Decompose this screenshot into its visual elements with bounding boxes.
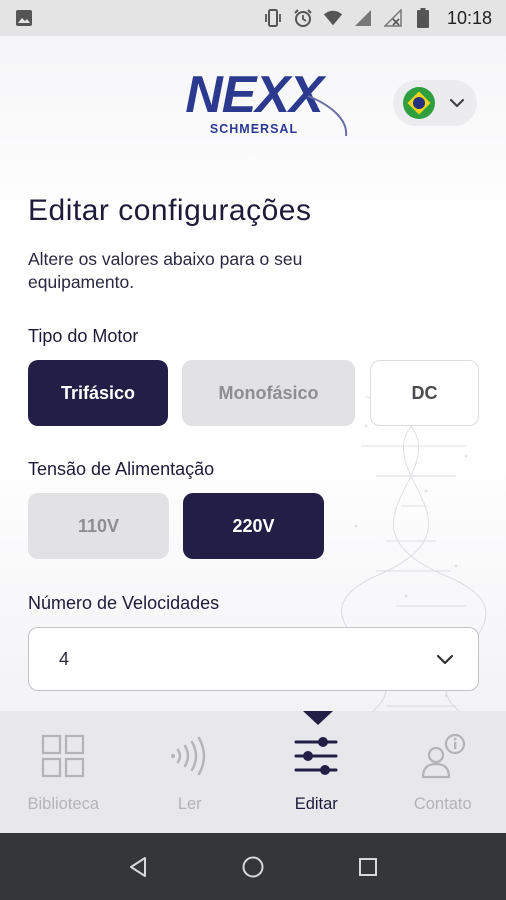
tab-label: Ler (177, 795, 202, 813)
tab-contato[interactable]: Contato (380, 711, 506, 833)
bottom-tab-bar: Biblioteca Ler Editar Contato (0, 711, 506, 833)
sliders-icon (293, 733, 339, 779)
nfc-icon (167, 733, 213, 779)
voltage-option-110v[interactable]: 110V (28, 493, 169, 559)
home-icon[interactable] (233, 847, 273, 887)
tab-biblioteca[interactable]: Biblioteca (0, 711, 127, 833)
contact-info-icon (420, 733, 466, 779)
tab-editar[interactable]: Editar (253, 711, 380, 833)
chevron-down-icon (434, 648, 456, 670)
voltage-label: Tensão de Alimentação (28, 459, 215, 479)
recents-icon[interactable] (348, 847, 388, 887)
logo-subtext: SCHMERSAL (210, 122, 298, 136)
page-subtitle: Altere os valores abaixo para o seu equi… (28, 249, 303, 292)
speeds-label: Número de Velocidades (28, 593, 220, 613)
page-title: Editar configurações (28, 194, 312, 227)
active-tab-indicator (303, 711, 333, 725)
tab-label: Contato (413, 795, 472, 813)
signal-x-icon (383, 8, 403, 28)
motor-option-monofasico[interactable]: Monofásico (182, 360, 355, 426)
status-time: 10:18 (446, 7, 492, 28)
battery-icon (413, 8, 433, 28)
chevron-down-icon (447, 93, 467, 113)
signal-icon (353, 8, 373, 28)
motor-option-trifasico[interactable]: Trifásico (28, 360, 168, 426)
speeds-select[interactable]: 4 (28, 627, 479, 691)
language-selector[interactable] (393, 80, 477, 126)
image-icon (14, 8, 34, 28)
grid-icon (40, 733, 86, 779)
motor-option-dc[interactable]: DC (370, 360, 479, 426)
speeds-select-value: 4 (59, 648, 70, 669)
main-content: NEXX SCHMERSAL Editar configurações Alte… (0, 36, 506, 711)
vibrate-icon (263, 8, 283, 28)
voltage-option-220v[interactable]: 220V (183, 493, 324, 559)
tab-label: Biblioteca (27, 795, 100, 813)
tab-ler[interactable]: Ler (127, 711, 254, 833)
nexx-logo: NEXX SCHMERSAL (185, 66, 348, 137)
brazil-flag-icon (403, 87, 435, 119)
alarm-icon (293, 8, 313, 28)
tab-label: Editar (294, 795, 338, 813)
wifi-icon (323, 8, 343, 28)
logo-text: NEXX (185, 66, 327, 124)
status-bar: 10:18 (0, 0, 506, 36)
android-nav-bar (0, 833, 506, 900)
motor-type-label: Tipo do Motor (28, 326, 139, 346)
back-icon[interactable] (118, 847, 158, 887)
